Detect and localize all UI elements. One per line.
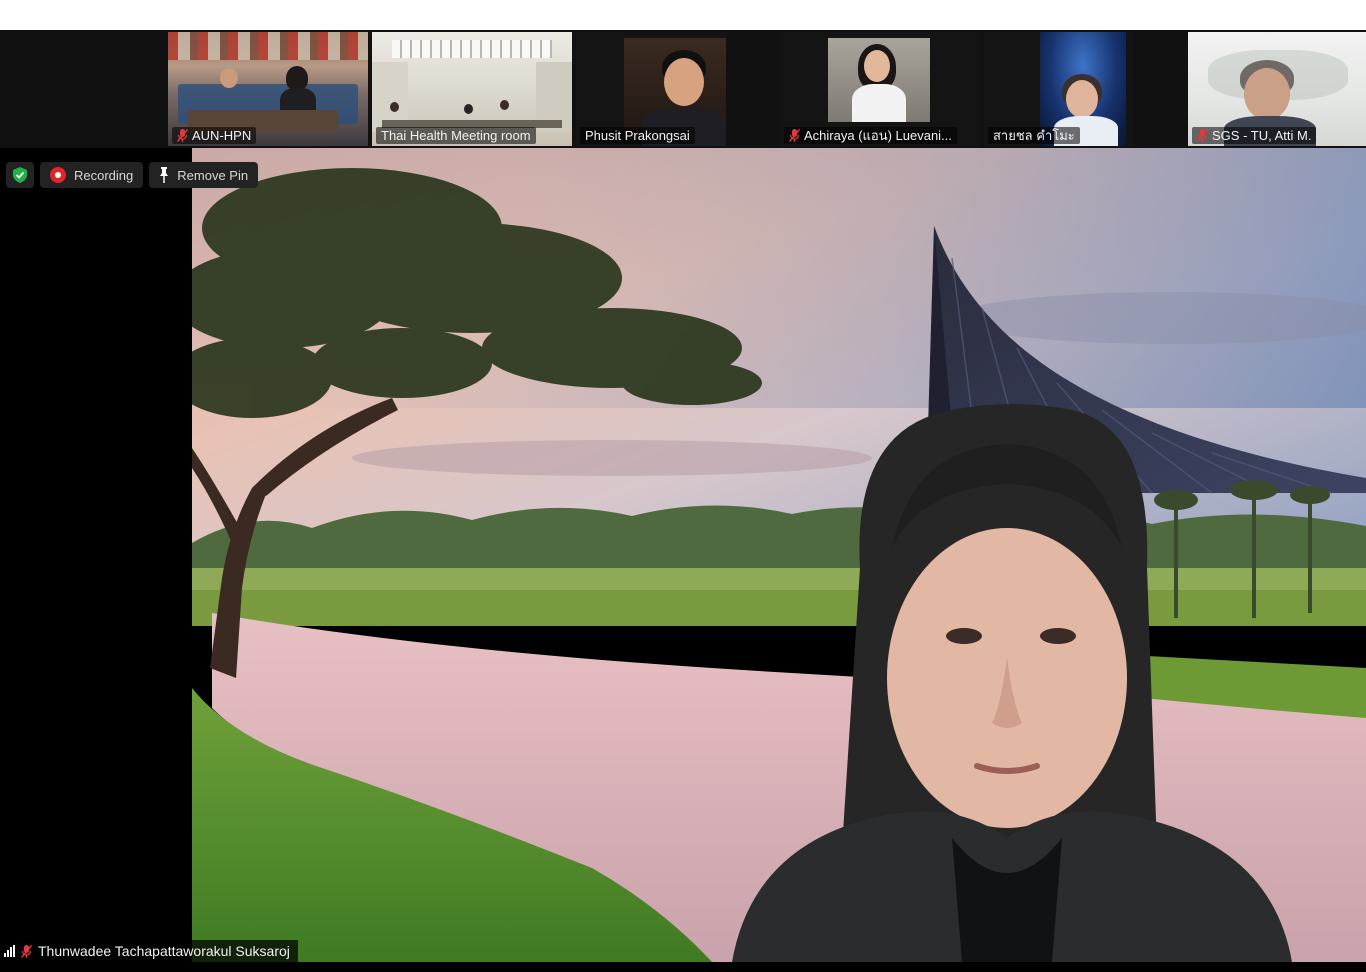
muted-microphone-icon [21, 944, 32, 958]
virtual-background [192, 148, 1366, 962]
participant-tile-aun-hpn[interactable]: AUN-HPN [168, 32, 368, 146]
participant-name-label: Phusit Prakongsai [580, 127, 695, 144]
encryption-shield-badge[interactable] [6, 162, 34, 188]
muted-microphone-icon [789, 129, 800, 142]
participant-name: Thai Health Meeting room [381, 128, 531, 143]
active-speaker-name-bar: Thunwadee Tachapattaworakul Suksaroj [0, 940, 298, 962]
participant-tile-achiraya[interactable]: Achiraya (แอน) Luevani... [780, 32, 980, 146]
participant-name: Phusit Prakongsai [585, 128, 690, 143]
participant-name: Achiraya (แอน) Luevani... [804, 128, 952, 143]
participant-thumbnail-strip: AUN-HPN Thai Health Meeting room Phusit … [0, 30, 1366, 148]
active-speaker-name: Thunwadee Tachapattaworakul Suksaroj [38, 943, 290, 959]
top-margin [0, 0, 1366, 30]
meeting-status-bar: Recording Remove Pin [6, 162, 259, 188]
participant-name: AUN-HPN [192, 128, 252, 143]
active-speaker-video[interactable] [192, 148, 1366, 962]
participant-name-label: AUN-HPN [172, 127, 257, 144]
participant-name: SGS - TU, Atti M. [1212, 128, 1312, 143]
recording-indicator[interactable]: Recording [40, 162, 144, 188]
remove-pin-label: Remove Pin [177, 167, 249, 183]
participant-name-label: Thai Health Meeting room [376, 127, 536, 144]
participant-name-label: สายชล คำโมะ [988, 127, 1080, 144]
participant-tile-saichon[interactable]: สายชล คำโมะ [984, 32, 1134, 146]
shield-icon [13, 167, 27, 183]
recording-icon [50, 167, 66, 183]
muted-microphone-icon [1197, 129, 1208, 142]
participant-tile-phusit-prakongsai[interactable]: Phusit Prakongsai [576, 32, 726, 146]
participant-tile-sgs-tu[interactable]: SGS - TU, Atti M. [1188, 32, 1366, 146]
participant-name: สายชล คำโมะ [993, 128, 1075, 143]
connection-signal-icon [4, 945, 15, 957]
remove-pin-button[interactable]: Remove Pin [149, 162, 259, 188]
participant-name-label: Achiraya (แอน) Luevani... [784, 127, 957, 144]
participant-tile-thai-health-meeting-room[interactable]: Thai Health Meeting room [372, 32, 572, 146]
muted-microphone-icon [177, 129, 188, 142]
pin-icon [160, 167, 169, 183]
participant-name-label: SGS - TU, Atti M. [1192, 127, 1317, 144]
recording-label: Recording [74, 167, 134, 183]
active-speaker-view: Recording Remove Pin Thunwadee Tachapatt… [0, 148, 1366, 962]
bottom-edge [0, 962, 1366, 972]
